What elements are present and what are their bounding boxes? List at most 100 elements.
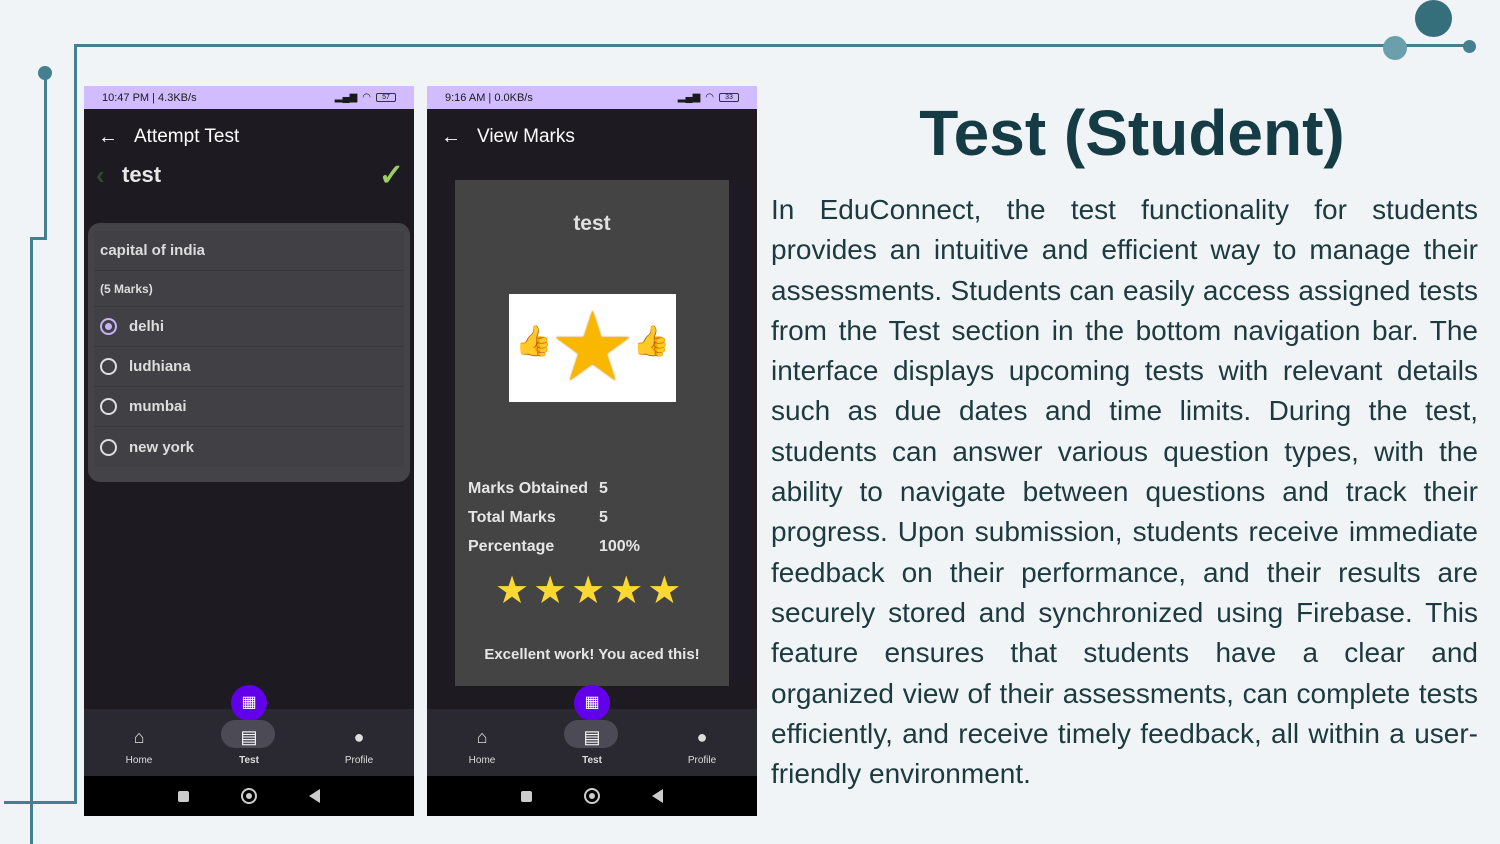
app-bar: ← Attempt Test bbox=[84, 109, 414, 165]
fab-calendar-icon[interactable]: ▦ bbox=[231, 685, 267, 721]
thumbs-up-left-icon: 👍 bbox=[515, 325, 553, 358]
signal-icon: ▂▄▆ bbox=[334, 92, 358, 103]
question-card: capital of india (5 Marks) delhi ludhian… bbox=[88, 223, 410, 482]
stat-value: 5 bbox=[599, 479, 608, 497]
battery-icon: 33 bbox=[719, 93, 739, 102]
marks-card: test 👍 ★ 👍 Marks Obtained 5 Total Marks … bbox=[455, 180, 729, 686]
deco-line-top bbox=[74, 44, 1470, 47]
chevron-left-icon[interactable]: ‹ bbox=[96, 160, 122, 191]
deco-line-stem bbox=[44, 72, 47, 240]
stat-row: Marks Obtained 5 bbox=[468, 474, 640, 503]
deco-line-bottom bbox=[4, 801, 77, 804]
slide-body: In EduConnect, the test functionality fo… bbox=[771, 194, 1478, 790]
recents-button[interactable] bbox=[521, 790, 532, 802]
battery-icon: 57 bbox=[376, 93, 396, 102]
status-time: 10:47 PM | 4.3KB/s bbox=[102, 91, 197, 104]
stat-value: 100% bbox=[599, 537, 640, 555]
nav-home-label: Home bbox=[125, 755, 153, 766]
smiling-star-image: 👍 ★ 👍 bbox=[509, 294, 676, 402]
radio-icon[interactable] bbox=[100, 358, 117, 375]
option-label: mumbai bbox=[129, 398, 187, 415]
status-icons: ▂▄▆ ◠ 57 bbox=[335, 92, 396, 103]
option-label: new york bbox=[129, 438, 195, 456]
test-header: ‹ test ✓ bbox=[84, 158, 414, 193]
stat-label: Marks Obtained bbox=[468, 479, 589, 497]
nav-home[interactable]: ⌂ Home bbox=[442, 725, 522, 766]
nav-test-label: Test bbox=[239, 755, 259, 766]
option-new-york[interactable]: new york bbox=[94, 427, 404, 467]
profile-icon: ● bbox=[696, 727, 708, 747]
home-icon: ⌂ bbox=[476, 727, 488, 747]
stat-row: Total Marks 5 bbox=[468, 503, 640, 532]
marks-test-name: test bbox=[573, 212, 611, 235]
question-text: capital of india bbox=[94, 231, 404, 271]
test-name: test bbox=[122, 162, 162, 187]
radio-selected-icon[interactable] bbox=[100, 318, 117, 335]
system-nav-bar bbox=[427, 776, 757, 816]
phone-attempt-test: 10:47 PM | 4.3KB/s ▂▄▆ ◠ 57 ← Attempt Te… bbox=[84, 86, 414, 816]
app-bar: ← View Marks bbox=[427, 109, 757, 165]
app-bar-title: Attempt Test bbox=[134, 126, 240, 147]
deco-line-left-lower bbox=[30, 237, 33, 844]
home-icon: ⌂ bbox=[133, 727, 145, 747]
system-nav-bar bbox=[84, 776, 414, 816]
nav-profile[interactable]: ● Profile bbox=[662, 725, 742, 766]
deco-dot-left bbox=[38, 66, 52, 80]
nav-test[interactable]: ▦ ▤ Test bbox=[552, 685, 632, 766]
back-button[interactable] bbox=[309, 789, 320, 803]
stat-label: Percentage bbox=[468, 537, 555, 555]
nav-profile-label: Profile bbox=[687, 755, 717, 766]
profile-icon: ● bbox=[353, 727, 365, 747]
app-bar-title: View Marks bbox=[477, 126, 575, 147]
status-bar: 10:47 PM | 4.3KB/s ▂▄▆ ◠ 57 bbox=[84, 86, 414, 109]
nav-profile[interactable]: ● Profile bbox=[319, 725, 399, 766]
rating-star-icon: ★ bbox=[533, 570, 568, 612]
slide-title: Test (Student) bbox=[919, 97, 1345, 169]
test-icon: ▤ bbox=[583, 727, 601, 747]
marks-stats: Marks Obtained 5 Total Marks 5 Percentag… bbox=[468, 474, 640, 561]
phone-view-marks: 9:16 AM | 0.0KB/s ▂▄▆ ◠ 33 ← View Marks … bbox=[427, 86, 757, 816]
rating-star-icon: ★ bbox=[609, 570, 644, 612]
status-bar: 9:16 AM | 0.0KB/s ▂▄▆ ◠ 33 bbox=[427, 86, 757, 109]
back-arrow-icon[interactable]: ← bbox=[441, 126, 477, 149]
stat-value: 5 bbox=[599, 508, 608, 526]
star-face-icon: ★ bbox=[549, 294, 636, 401]
nav-test-label: Test bbox=[582, 755, 602, 766]
wifi-icon: ◠ bbox=[705, 92, 714, 103]
stat-row: Percentage 100% bbox=[468, 532, 640, 561]
star-rating: ★ ★ ★ ★ ★ bbox=[495, 572, 681, 610]
rating-star-icon: ★ bbox=[571, 570, 606, 612]
question-marks: (5 Marks) bbox=[94, 271, 404, 307]
thumbs-up-right-icon: 👍 bbox=[632, 325, 670, 358]
status-icons: ▂▄▆ ◠ 33 bbox=[678, 92, 739, 103]
option-mumbai[interactable]: mumbai bbox=[94, 387, 404, 427]
nav-home-label: Home bbox=[468, 755, 496, 766]
stat-label: Total Marks bbox=[468, 508, 556, 526]
recents-button[interactable] bbox=[178, 790, 189, 802]
home-button[interactable] bbox=[241, 788, 257, 804]
test-icon: ▤ bbox=[240, 727, 258, 747]
nav-test[interactable]: ▦ ▤ Test bbox=[209, 685, 289, 766]
nav-home[interactable]: ⌂ Home bbox=[99, 725, 179, 766]
deco-dot-right bbox=[1463, 40, 1476, 53]
option-delhi[interactable]: delhi bbox=[94, 307, 404, 347]
rating-star-icon: ★ bbox=[647, 570, 682, 612]
back-button[interactable] bbox=[652, 789, 663, 803]
fab-calendar-icon[interactable]: ▦ bbox=[574, 685, 610, 721]
bottom-nav: ⌂ Home ▦ ▤ Test ● Profile bbox=[84, 685, 414, 776]
option-label: delhi bbox=[129, 318, 165, 335]
back-arrow-icon[interactable]: ← bbox=[98, 126, 134, 149]
status-time: 9:16 AM | 0.0KB/s bbox=[445, 91, 533, 104]
nav-profile-label: Profile bbox=[344, 755, 374, 766]
option-ludhiana[interactable]: ludhiana bbox=[94, 347, 404, 387]
bottom-nav: ⌂ Home ▦ ▤ Test ● Profile bbox=[427, 685, 757, 776]
submit-check-icon[interactable]: ✓ bbox=[379, 158, 404, 193]
home-button[interactable] bbox=[584, 788, 600, 804]
option-label: ludhiana bbox=[129, 358, 191, 375]
radio-icon[interactable] bbox=[100, 398, 117, 415]
feedback-message: Excellent work! You aced this! bbox=[484, 646, 700, 663]
deco-circle-large bbox=[1415, 0, 1452, 37]
radio-icon[interactable] bbox=[100, 438, 117, 456]
deco-circle-small bbox=[1383, 36, 1407, 60]
deco-line-left-upper bbox=[74, 44, 77, 804]
